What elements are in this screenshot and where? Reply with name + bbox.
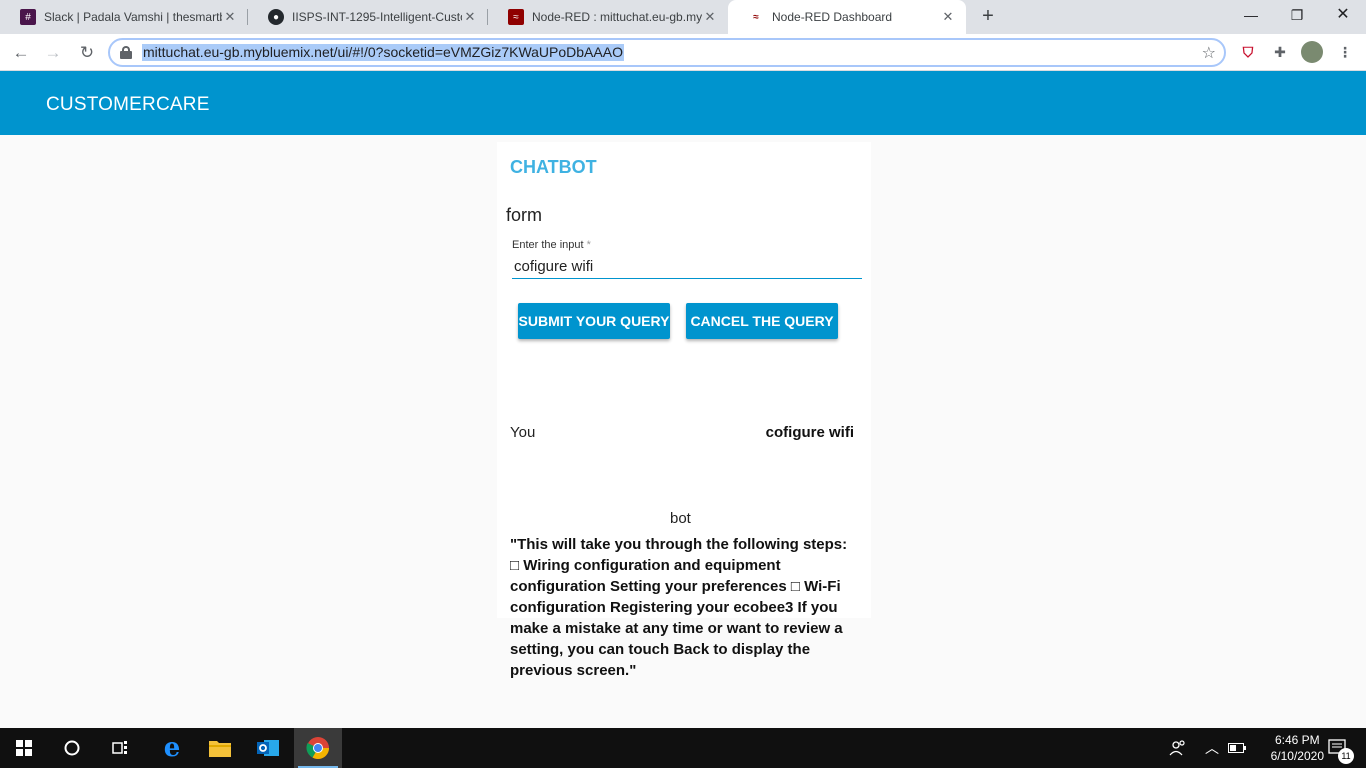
query-input[interactable] bbox=[512, 254, 862, 279]
node-red-icon: ≈ bbox=[753, 11, 759, 23]
you-message: cofigure wifi bbox=[765, 424, 854, 441]
input-label: Enter the input * bbox=[512, 239, 591, 251]
profile-avatar[interactable] bbox=[1301, 41, 1323, 63]
you-label: You bbox=[510, 424, 536, 441]
mcafee-icon[interactable]: ⛉ bbox=[1238, 42, 1258, 62]
tab-node-red-editor[interactable]: ≈ Node-RED : mittuchat.eu-gb.myb ✕ bbox=[488, 0, 728, 34]
tab-github[interactable]: ● IISPS-INT-1295-Intelligent-Custo ✕ bbox=[248, 0, 488, 34]
form-label: form bbox=[506, 205, 542, 225]
url-text[interactable]: mittuchat.eu-gb.mybluemix.net/ui/#!/0?so… bbox=[142, 44, 624, 61]
browser-tab-strip: # Slack | Padala Vamshi | thesmartb ✕ ● … bbox=[0, 0, 1366, 34]
lock-icon bbox=[120, 46, 132, 59]
dashboard-header: CUSTOMERCARE bbox=[0, 71, 1366, 135]
minimize-button[interactable]: — bbox=[1228, 0, 1274, 30]
new-tab-button[interactable]: + bbox=[976, 5, 1000, 29]
start-windows-icon[interactable] bbox=[0, 728, 48, 768]
clock-time: 6:46 PM bbox=[1274, 733, 1320, 747]
search-circle-icon[interactable] bbox=[48, 728, 96, 768]
window-close-button[interactable]: ✕ bbox=[1320, 0, 1366, 30]
submit-query-button[interactable]: SUBMIT YOUR QUERY bbox=[518, 303, 670, 339]
slack-icon: # bbox=[20, 9, 36, 25]
menu-kebab-icon[interactable]: ⋮ bbox=[1335, 42, 1355, 62]
clock-date: 6/10/2020 bbox=[1270, 749, 1324, 763]
close-icon[interactable]: ✕ bbox=[222, 9, 238, 25]
notification-badge: 11 bbox=[1338, 748, 1354, 764]
close-icon[interactable]: ✕ bbox=[702, 9, 718, 25]
chrome-icon[interactable] bbox=[294, 728, 342, 768]
task-view-icon[interactable] bbox=[96, 728, 144, 768]
tab-title: IISPS-INT-1295-Intelligent-Custo bbox=[292, 10, 462, 24]
reload-button[interactable]: ↻ bbox=[74, 40, 100, 66]
back-button[interactable]: ← bbox=[8, 40, 34, 66]
extensions-puzzle-icon[interactable]: ✚ bbox=[1270, 42, 1290, 62]
page-title: CUSTOMERCARE bbox=[46, 94, 210, 115]
battery-icon[interactable] bbox=[1226, 728, 1248, 768]
people-icon[interactable] bbox=[1166, 728, 1190, 768]
outlook-icon[interactable] bbox=[244, 728, 292, 768]
address-bar[interactable]: mittuchat.eu-gb.mybluemix.net/ui/#!/0?so… bbox=[108, 38, 1226, 67]
edge-browser-icon[interactable]: e bbox=[148, 728, 196, 768]
github-icon: ● bbox=[268, 9, 284, 25]
bot-message: "This will take you through the followin… bbox=[510, 536, 848, 679]
tab-slack[interactable]: # Slack | Padala Vamshi | thesmartb ✕ bbox=[0, 0, 248, 34]
bot-label: bot bbox=[670, 510, 691, 527]
forward-button[interactable]: → bbox=[40, 40, 66, 66]
restore-button[interactable]: ❐ bbox=[1274, 0, 1320, 30]
close-icon[interactable]: ✕ bbox=[940, 9, 956, 25]
close-icon[interactable]: ✕ bbox=[462, 9, 478, 25]
windows-taskbar: e ︿ 6:46 PM 6/10/2020 11 bbox=[0, 728, 1366, 768]
browser-toolbar: ← → ↻ mittuchat.eu-gb.mybluemix.net/ui/#… bbox=[0, 34, 1366, 71]
file-explorer-icon[interactable] bbox=[196, 728, 244, 768]
tab-title: Node-RED : mittuchat.eu-gb.myb bbox=[532, 10, 702, 24]
required-mark: * bbox=[586, 239, 591, 251]
chevron-up-icon[interactable]: ︿ bbox=[1202, 728, 1222, 768]
notification-center-icon[interactable]: 11 bbox=[1318, 728, 1358, 768]
tab-title: Slack | Padala Vamshi | thesmartb bbox=[44, 10, 222, 24]
card-title: CHATBOT bbox=[510, 157, 597, 177]
system-clock[interactable]: 6:46 PM 6/10/2020 bbox=[1271, 732, 1324, 764]
tab-node-red-dashboard[interactable]: ≈ Node-RED Dashboard ✕ bbox=[728, 0, 966, 34]
node-red-icon: ≈ bbox=[508, 9, 524, 25]
cancel-query-button[interactable]: CANCEL THE QUERY bbox=[686, 303, 838, 339]
bookmark-star-icon[interactable]: ☆ bbox=[1202, 43, 1216, 63]
tab-title: Node-RED Dashboard bbox=[772, 10, 893, 24]
